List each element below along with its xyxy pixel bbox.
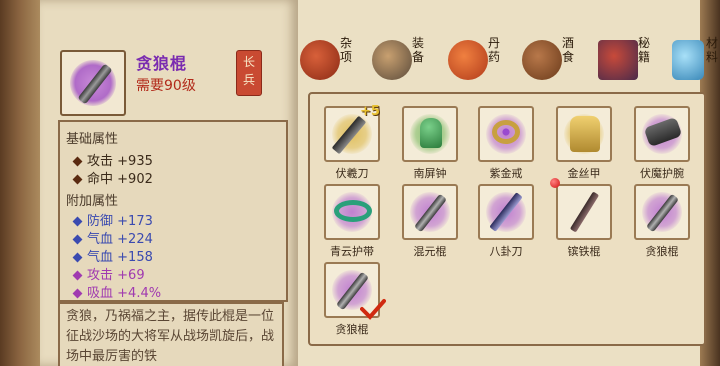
tab-label: 酒食 [562, 36, 575, 64]
item-type-label: 长兵 [243, 55, 256, 87]
inventory-slot-label: 混元棍 [413, 245, 447, 258]
inventory-slot-label: 南屏钟 [413, 167, 447, 180]
stat-value: +935 [117, 154, 153, 169]
tab-label: 杂项 [340, 36, 353, 64]
inventory-slot[interactable] [402, 184, 458, 240]
stat-name: 防御 [87, 214, 114, 229]
inventory-slot-label: 金丝甲 [567, 167, 601, 180]
pill-icon [448, 40, 488, 80]
stat-name: 命中 [87, 172, 114, 187]
inventory-slot-label: 镔铁棍 [567, 245, 601, 258]
inventory-slot[interactable] [478, 106, 534, 162]
new-item-dot-icon [550, 178, 560, 188]
stat-value: +69 [117, 268, 145, 283]
diamond-icon [72, 234, 83, 245]
diamond-icon [72, 288, 83, 299]
enhance-level-badge: +5 [360, 104, 380, 119]
inventory-slot-label: 伏魔护腕 [640, 167, 684, 180]
inventory-slot-label: 贪狼棍 [645, 245, 679, 258]
stat-value: +4.4% [117, 286, 162, 301]
stat-row: 命中 +902 [72, 168, 153, 187]
item-level-requirement: 需要90级 [136, 78, 196, 94]
crystal-icon [672, 40, 704, 80]
belt-icon [334, 200, 372, 222]
extra-stats-title: 附加属性 [66, 194, 119, 209]
inventory-slot[interactable] [478, 184, 534, 240]
stat-row: 吸血 +4.4% [72, 282, 162, 301]
diamond-icon [72, 216, 83, 227]
diamond-icon [72, 174, 83, 185]
diamond-icon [72, 252, 83, 263]
stat-row: 攻击 +935 [72, 150, 153, 169]
stat-name: 攻击 [87, 268, 114, 283]
item-type-badge: 长兵 [236, 50, 262, 96]
inventory-slot[interactable] [556, 106, 612, 162]
inventory-slot-label: 伏羲刀 [335, 167, 369, 180]
stat-value: +158 [117, 250, 153, 265]
base-stats-title: 基础属性 [66, 132, 119, 147]
tab-label: 材料 [706, 36, 718, 64]
iron-staff-icon [569, 191, 600, 233]
book-icon [598, 40, 638, 80]
tab-label: 装备 [412, 36, 425, 64]
inventory-slot-label: 贪狼棍 [335, 323, 369, 336]
inventory-slot-label: 青云护带 [330, 245, 374, 258]
inventory-slot[interactable] [634, 106, 690, 162]
stat-name: 攻击 [87, 154, 114, 169]
stat-row: 气血 +158 [72, 246, 153, 265]
stat-name: 气血 [87, 250, 114, 265]
item-name: 贪狼棍 [136, 54, 188, 73]
stats-panel: 基础属性 攻击 +935 命中 +902 附加属性 防御 +173 气血 +22… [58, 120, 288, 302]
armor-icon [570, 116, 600, 152]
stat-value: +173 [117, 214, 153, 229]
food-icon [522, 40, 562, 80]
inventory-slot[interactable] [556, 184, 612, 240]
equipment-icon [372, 40, 412, 80]
ring-icon [492, 120, 520, 144]
item-description: 贪狼，乃祸福之主，据传此棍是一位征战沙场的大将军从战场凯旋后，战场中最厉害的铁 [58, 302, 284, 366]
stat-value: +224 [117, 232, 153, 247]
stat-name: 吸血 [87, 286, 114, 301]
tab-label: 丹药 [488, 36, 501, 64]
inventory-slot[interactable] [324, 184, 380, 240]
jar-icon [300, 40, 340, 80]
equipped-check-icon [360, 299, 386, 320]
bell-icon [420, 118, 442, 148]
stat-row: 防御 +173 [72, 210, 153, 229]
diamond-icon [72, 270, 83, 281]
inventory-slot-label: 紫金戒 [489, 167, 523, 180]
stat-name: 气血 [87, 232, 114, 247]
diamond-icon [72, 156, 83, 167]
selected-item-icon [60, 50, 126, 116]
inventory-slot[interactable] [402, 106, 458, 162]
inventory-slot-label: 八卦刀 [489, 245, 523, 258]
stat-row: 攻击 +69 [72, 264, 145, 283]
stat-row: 气血 +224 [72, 228, 153, 247]
inventory-slot[interactable] [634, 184, 690, 240]
tab-label: 秘籍 [638, 36, 651, 64]
stat-value: +902 [117, 172, 153, 187]
